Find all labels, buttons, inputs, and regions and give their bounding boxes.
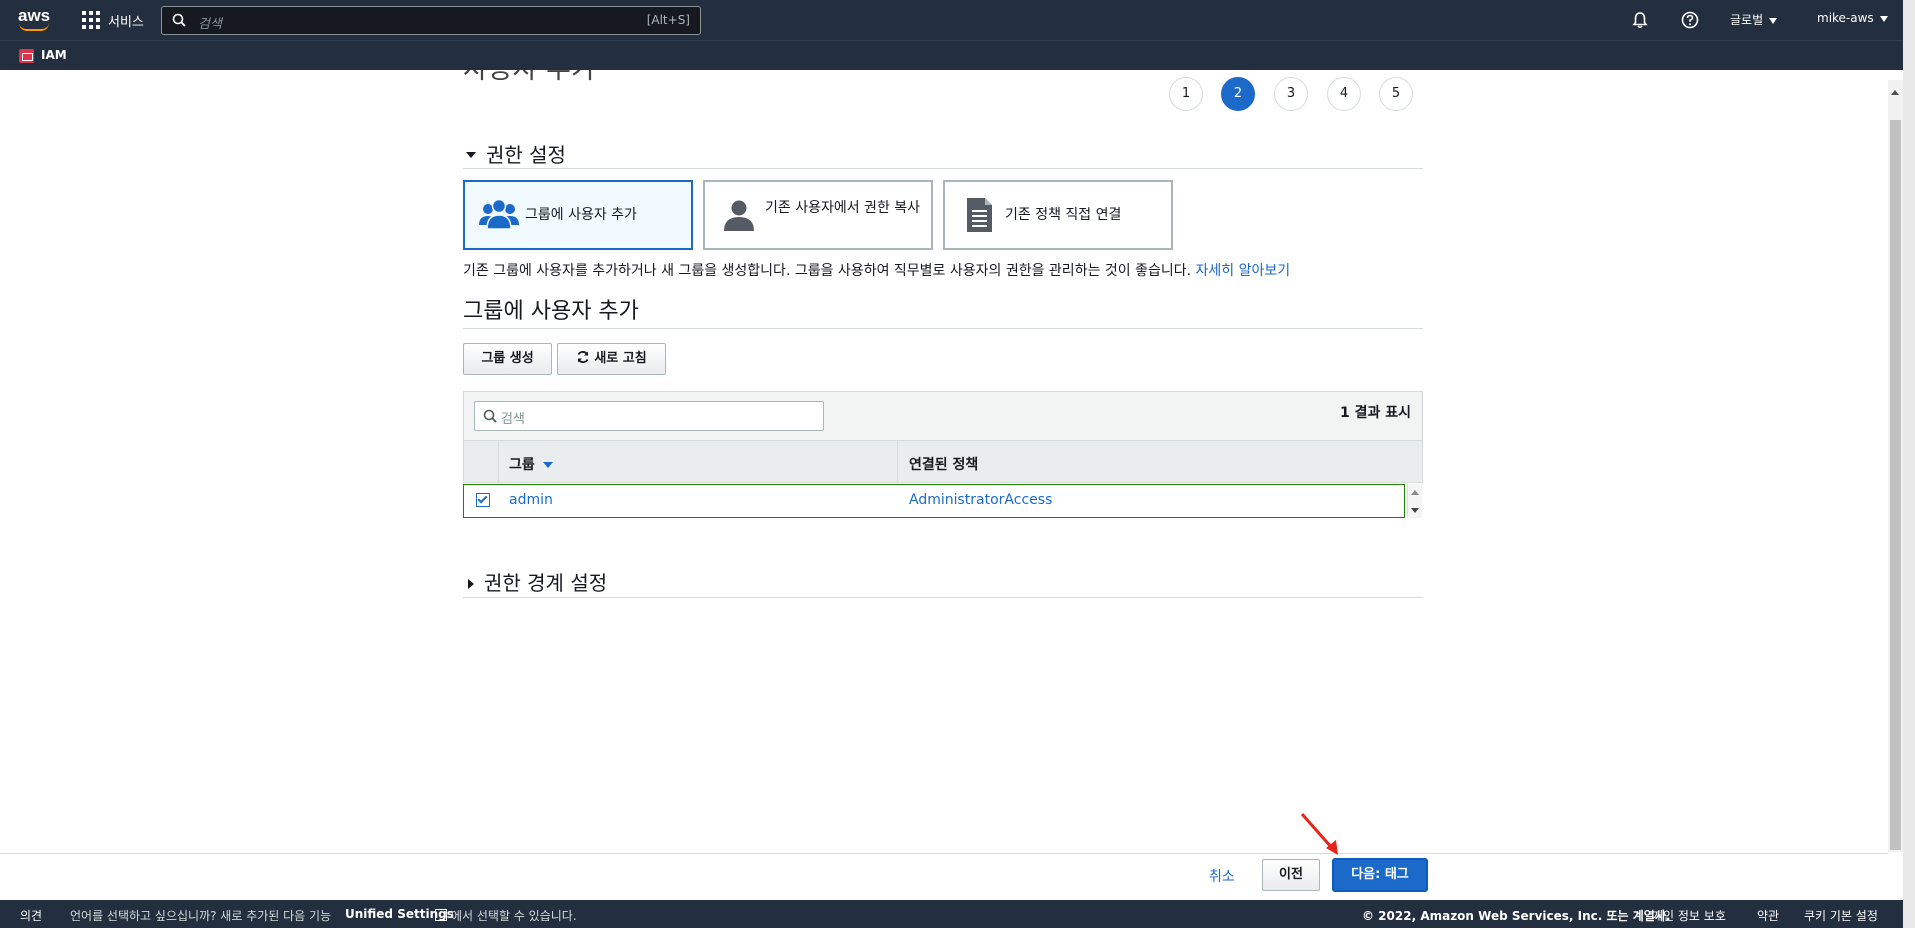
divider bbox=[463, 597, 1423, 598]
language-prompt: 언어를 선택하고 싶으십니까? 새로 추가된 다음 기능 bbox=[70, 909, 332, 923]
iam-service-icon[interactable] bbox=[19, 49, 34, 63]
scroll-up-icon[interactable] bbox=[1411, 490, 1419, 495]
scroll-down-icon[interactable] bbox=[1411, 508, 1419, 513]
boundary-section-toggle[interactable]: 권한 경계 설정 bbox=[463, 567, 607, 596]
account-label: mike-aws bbox=[1817, 11, 1874, 25]
create-group-button[interactable]: 그룹 생성 bbox=[463, 343, 552, 375]
option-attach-policies[interactable]: 기존 정책 직접 연결 bbox=[943, 180, 1173, 250]
window-edge bbox=[1903, 0, 1915, 928]
group-name-link[interactable]: admin bbox=[509, 492, 553, 508]
search-placeholder: 검색 bbox=[198, 17, 222, 32]
scroll-up-icon[interactable] bbox=[1891, 90, 1899, 95]
cancel-link[interactable]: 취소 bbox=[1209, 866, 1235, 886]
policy-link[interactable]: AdministratorAccess bbox=[909, 492, 1052, 508]
user-icon bbox=[724, 200, 754, 231]
console-footer: 의견 언어를 선택하고 싶으십니까? 새로 추가된 다음 기능 Unified … bbox=[0, 900, 1903, 928]
users-group-icon bbox=[479, 198, 519, 230]
expand-caret-icon bbox=[468, 578, 474, 589]
search-placeholder: 검색 bbox=[501, 412, 525, 427]
privacy-link[interactable]: 개인 정보 보호 bbox=[1652, 907, 1726, 924]
divider bbox=[463, 328, 1423, 329]
column-group-label[interactable]: 그룹 bbox=[509, 454, 553, 474]
page-title-text: 사용자 추가 bbox=[463, 70, 596, 85]
wizard-action-bar bbox=[0, 853, 1888, 899]
iam-service-link[interactable]: IAM bbox=[41, 48, 67, 62]
step-1[interactable]: 1 bbox=[1169, 77, 1203, 111]
refresh-button[interactable]: 새로 고침 bbox=[557, 343, 666, 375]
global-search-input[interactable]: 검색 [Alt+S] bbox=[161, 6, 701, 35]
result-count: 1 결과 표시 bbox=[1340, 405, 1412, 421]
column-policy-label: 연결된 정책 bbox=[909, 457, 979, 473]
top-navigation: aws 서비스 검색 [Alt+S] 글로벌 mike-aws bbox=[0, 0, 1903, 40]
service-bar: IAM bbox=[0, 40, 1903, 70]
option-label: 기존 사용자에서 권한 복사 bbox=[765, 200, 921, 216]
page-title: 사용자 추가 bbox=[463, 70, 596, 98]
boundary-section-title: 권한 경계 설정 bbox=[484, 571, 608, 595]
learn-more-link[interactable]: 자세히 알아보기 bbox=[1196, 263, 1291, 279]
refresh-icon bbox=[577, 351, 589, 363]
feedback-link[interactable]: 의견 bbox=[20, 907, 42, 924]
expand-caret-icon bbox=[466, 152, 476, 158]
search-shortcut: [Alt+S] bbox=[646, 13, 690, 27]
terms-link[interactable]: 약관 bbox=[1757, 907, 1779, 924]
external-link-icon bbox=[435, 909, 447, 921]
permissions-section-toggle[interactable]: 권한 설정 bbox=[463, 139, 566, 168]
copyright-text: © 2022, Amazon Web Services, Inc. 또는 계열사… bbox=[1362, 909, 1671, 923]
caret-down-icon bbox=[1879, 15, 1888, 22]
table-scrollbar[interactable] bbox=[1407, 484, 1422, 518]
permissions-section-title: 권한 설정 bbox=[486, 143, 566, 167]
row-checkbox[interactable] bbox=[476, 493, 490, 507]
groups-section-title: 그룹에 사용자 추가 bbox=[463, 299, 639, 324]
select-column-header bbox=[463, 441, 499, 483]
account-menu[interactable]: mike-aws bbox=[1817, 11, 1888, 25]
groups-search-input[interactable]: 검색 bbox=[474, 401, 824, 431]
region-selector[interactable]: 글로벌 bbox=[1730, 11, 1778, 28]
option-label: 그룹에 사용자 추가 bbox=[525, 207, 637, 223]
step-4[interactable]: 4 bbox=[1327, 77, 1361, 111]
caret-down-icon bbox=[1769, 17, 1778, 24]
page-scrollbar-thumb[interactable] bbox=[1890, 120, 1901, 850]
step-3[interactable]: 3 bbox=[1274, 77, 1308, 111]
step-5[interactable]: 5 bbox=[1379, 77, 1413, 111]
column-header-group[interactable] bbox=[498, 441, 898, 483]
services-menu-button[interactable]: 서비스 bbox=[82, 10, 144, 30]
document-icon bbox=[967, 198, 992, 232]
option-copy-permissions[interactable]: 기존 사용자에서 권한 복사 bbox=[703, 180, 933, 250]
next-tags-button[interactable]: 다음: 태그 bbox=[1333, 859, 1427, 891]
permissions-description: 기존 그룹에 사용자를 추가하거나 새 그룹을 생성합니다. 그룹을 사용하여 … bbox=[463, 260, 1290, 280]
services-label: 서비스 bbox=[108, 14, 144, 30]
option-add-user-to-group[interactable]: 그룹에 사용자 추가 bbox=[463, 180, 693, 250]
cookie-preferences-link[interactable]: 쿠키 기본 설정 bbox=[1804, 907, 1878, 924]
grid-icon bbox=[82, 11, 100, 29]
checkmark-icon bbox=[477, 493, 488, 504]
description-text: 기존 그룹에 사용자를 추가하거나 새 그룹을 생성합니다. 그룹을 사용하여 … bbox=[463, 263, 1192, 279]
search-icon bbox=[483, 409, 497, 423]
aws-smile-icon bbox=[19, 23, 49, 31]
aws-logo[interactable]: aws bbox=[16, 6, 56, 34]
language-suffix: 에서 선택할 수 있습니다. bbox=[451, 909, 577, 923]
option-label: 기존 정책 직접 연결 bbox=[1005, 207, 1122, 223]
column-group-text: 그룹 bbox=[509, 457, 535, 473]
sort-descending-icon bbox=[542, 462, 553, 468]
red-arrow-annotation bbox=[1300, 813, 1338, 855]
refresh-label: 새로 고침 bbox=[594, 351, 647, 366]
previous-button[interactable]: 이전 bbox=[1262, 859, 1320, 891]
divider bbox=[463, 168, 1423, 169]
help-icon[interactable] bbox=[1680, 10, 1700, 30]
region-label: 글로벌 bbox=[1730, 13, 1764, 27]
notifications-bell-icon[interactable] bbox=[1630, 10, 1650, 30]
search-icon bbox=[172, 13, 186, 27]
step-2[interactable]: 2 bbox=[1221, 77, 1255, 111]
